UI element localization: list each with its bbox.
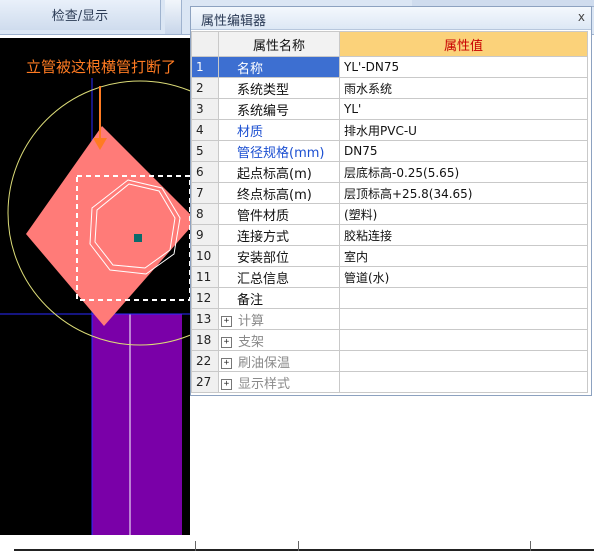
row-index: 3 xyxy=(191,98,219,120)
property-name-cell: 安装部位 xyxy=(218,245,340,267)
annotation-text: 立管被这根横管打断了 xyxy=(26,58,177,76)
expand-plus-icon[interactable]: + xyxy=(221,315,232,327)
property-row[interactable]: 13 + 计算 xyxy=(191,308,588,330)
bottom-tick xyxy=(530,541,531,551)
property-name-cell: 管径规格(mm) xyxy=(218,140,340,162)
group-row-label[interactable]: + 支架 xyxy=(218,329,340,351)
row-index: 11 xyxy=(191,266,219,288)
drawing-canvas[interactable]: 立管被这根横管打断了 xyxy=(0,38,190,535)
property-name-cell: 起点标高(m) xyxy=(218,161,340,183)
row-index: 9 xyxy=(191,224,219,246)
row-index: 27 xyxy=(191,371,219,393)
group-label: 支架 xyxy=(238,334,265,350)
property-row[interactable]: 3 系统编号 YL' xyxy=(191,98,588,120)
row-index: 12 xyxy=(191,287,219,309)
property-name-cell: 名称 xyxy=(218,56,340,78)
property-row[interactable]: 27 + 显示样式 xyxy=(191,371,588,393)
property-value-cell[interactable]: 室内 xyxy=(339,245,588,267)
property-row[interactable]: 7 终点标高(m) 层顶标高+25.8(34.65) xyxy=(191,182,588,204)
property-row[interactable]: 8 管件材质 (塑料) xyxy=(191,203,588,225)
pipe-drawing xyxy=(0,78,190,535)
property-name-cell: 汇总信息 xyxy=(218,266,340,288)
property-value-cell[interactable] xyxy=(339,329,588,351)
property-row[interactable]: 10 安装部位 室内 xyxy=(191,245,588,267)
property-value-cell[interactable] xyxy=(339,371,588,393)
group-label: 显示样式 xyxy=(238,376,291,392)
property-row[interactable]: 6 起点标高(m) 层底标高-0.25(5.65) xyxy=(191,161,588,183)
property-row[interactable]: 1 名称 YL'-DN75 xyxy=(191,56,588,78)
header-property-name: 属性名称 xyxy=(218,31,340,57)
property-row[interactable]: 2 系统类型 雨水系统 xyxy=(191,77,588,99)
row-index: 8 xyxy=(191,203,219,225)
property-row[interactable]: 4 材质 排水用PVC-U xyxy=(191,119,588,141)
property-value-cell[interactable]: 雨水系统 xyxy=(339,77,588,99)
row-index: 10 xyxy=(191,245,219,267)
property-value-cell[interactable]: 层底标高-0.25(5.65) xyxy=(339,161,588,183)
group-label: 刷油保温 xyxy=(238,355,291,371)
group-row-label[interactable]: + 显示样式 xyxy=(218,371,340,393)
row-index: 4 xyxy=(191,119,219,141)
property-value-cell[interactable] xyxy=(339,350,588,372)
property-row[interactable]: 22 + 刷油保温 xyxy=(191,350,588,372)
toolbar-separator xyxy=(165,0,182,34)
property-value-cell[interactable]: 胶粘连接 xyxy=(339,224,588,246)
row-index: 5 xyxy=(191,140,219,162)
property-row[interactable]: 5 管径规格(mm) DN75 xyxy=(191,140,588,162)
grid-header-row: 属性名称 属性值 xyxy=(191,31,588,57)
property-name-cell: 备注 xyxy=(218,287,340,309)
expand-plus-icon[interactable]: + xyxy=(221,378,232,390)
property-grid: 属性名称 属性值 1 名称 YL'-DN75 2 系统类型 雨水系统 3 系统编号 YL' 4 材质… xyxy=(191,31,588,393)
property-name-cell: 材质 xyxy=(218,119,340,141)
panel-title-bar[interactable]: 属性编辑器 x xyxy=(191,7,591,30)
riser-pipe[interactable] xyxy=(92,314,182,535)
property-row[interactable]: 12 备注 xyxy=(191,287,588,309)
center-grip[interactable] xyxy=(134,234,142,242)
pipe-elbow[interactable] xyxy=(26,126,190,326)
row-index: 22 xyxy=(191,350,219,372)
bottom-tick xyxy=(298,541,299,551)
group-row-label[interactable]: + 计算 xyxy=(218,308,340,330)
property-value-cell[interactable]: YL'-DN75 xyxy=(339,56,588,78)
property-value-cell[interactable]: 管道(水) xyxy=(339,266,588,288)
close-icon[interactable]: x xyxy=(578,10,585,24)
group-label: 计算 xyxy=(238,313,265,329)
header-property-value: 属性值 xyxy=(339,31,588,57)
property-row[interactable]: 11 汇总信息 管道(水) xyxy=(191,266,588,288)
property-row[interactable]: 9 连接方式 胶粘连接 xyxy=(191,224,588,246)
expand-plus-icon[interactable]: + xyxy=(221,336,232,348)
grid-body: 1 名称 YL'-DN75 2 系统类型 雨水系统 3 系统编号 YL' 4 材质 排水用PVC-U 5… xyxy=(191,56,588,393)
check-display-button[interactable]: 检查/显示 xyxy=(0,0,161,30)
row-index: 1 xyxy=(191,56,219,78)
group-row-label[interactable]: + 刷油保温 xyxy=(218,350,340,372)
property-value-cell[interactable]: DN75 xyxy=(339,140,588,162)
property-value-cell[interactable] xyxy=(339,287,588,309)
property-name-cell: 系统编号 xyxy=(218,98,340,120)
property-value-cell[interactable]: YL' xyxy=(339,98,588,120)
bottom-rule xyxy=(14,549,594,551)
property-name-cell: 系统类型 xyxy=(218,77,340,99)
property-value-cell[interactable] xyxy=(339,308,588,330)
property-editor-panel: 属性编辑器 x 属性名称 属性值 1 名称 YL'-DN75 2 系统类型 雨水系统 3 系统… xyxy=(190,6,592,396)
row-index: 2 xyxy=(191,77,219,99)
property-name-cell: 连接方式 xyxy=(218,224,340,246)
row-index: 6 xyxy=(191,161,219,183)
row-index: 18 xyxy=(191,329,219,351)
bottom-tick xyxy=(195,541,196,551)
property-name-cell: 终点标高(m) xyxy=(218,182,340,204)
row-index: 7 xyxy=(191,182,219,204)
property-value-cell[interactable]: 排水用PVC-U xyxy=(339,119,588,141)
header-index xyxy=(191,31,219,57)
panel-title: 属性编辑器 xyxy=(201,14,267,29)
property-value-cell[interactable]: (塑料) xyxy=(339,203,588,225)
expand-plus-icon[interactable]: + xyxy=(221,357,232,369)
property-value-cell[interactable]: 层顶标高+25.8(34.65) xyxy=(339,182,588,204)
property-name-cell: 管件材质 xyxy=(218,203,340,225)
row-index: 13 xyxy=(191,308,219,330)
property-row[interactable]: 18 + 支架 xyxy=(191,329,588,351)
